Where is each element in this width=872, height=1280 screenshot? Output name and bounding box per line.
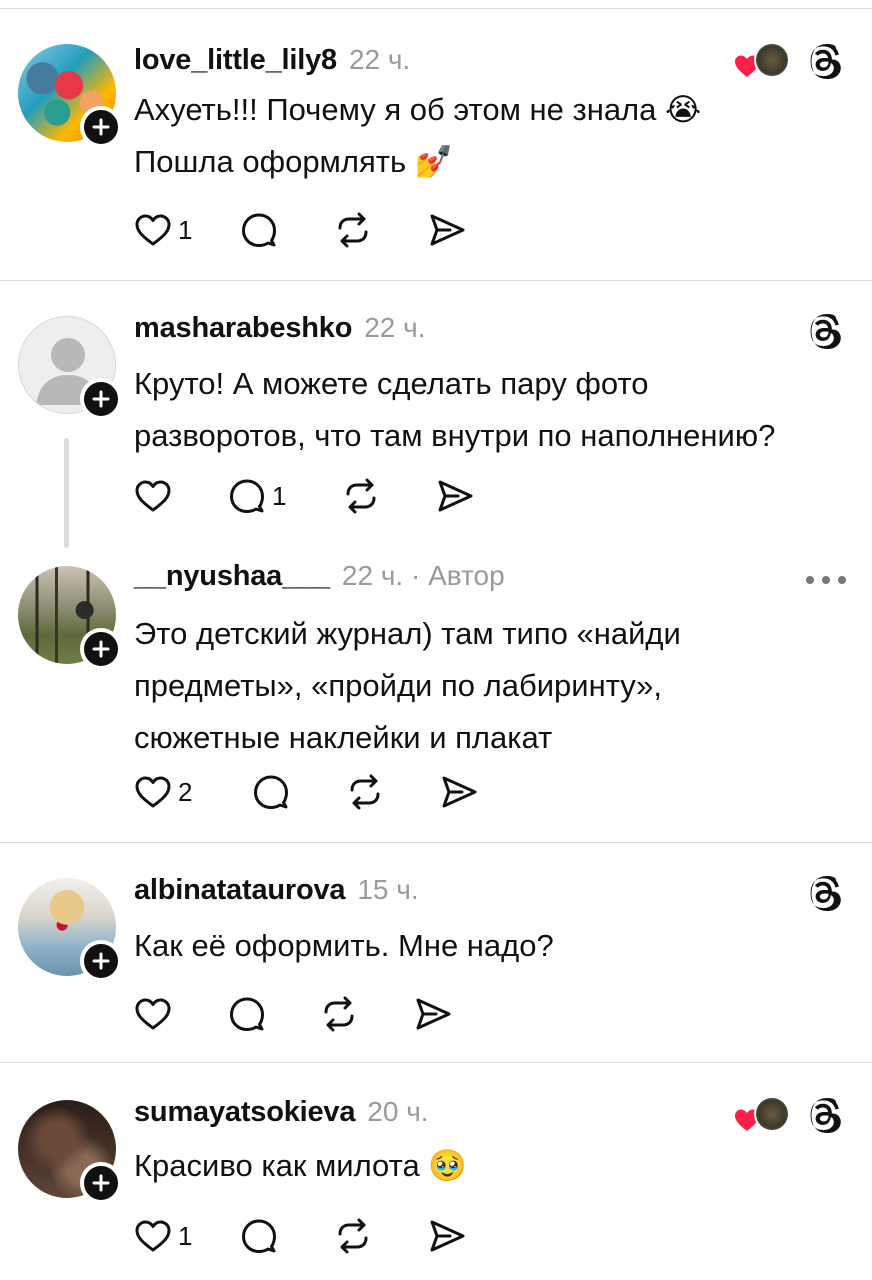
post-text-line: Круто! А можете сделать пару фото [134, 366, 649, 401]
heart-outline-icon [135, 1220, 171, 1252]
send-icon [430, 1220, 465, 1252]
reply-button[interactable] [228, 992, 320, 1036]
share-button[interactable] [436, 474, 496, 518]
liked-by-author-badge [734, 1096, 790, 1136]
send-icon [442, 776, 477, 808]
like-button[interactable]: 2 [134, 770, 252, 814]
send-icon [438, 480, 473, 512]
repost-button[interactable] [320, 992, 414, 1036]
send-icon [416, 998, 451, 1030]
divider [0, 842, 872, 843]
threads-logo-icon[interactable] [806, 1096, 844, 1134]
timestamp: 22 ч. [348, 44, 411, 75]
like-button[interactable]: 1 [134, 208, 240, 252]
like-button[interactable]: 1 [134, 1214, 240, 1258]
repost-button[interactable] [334, 1214, 428, 1258]
share-button[interactable] [414, 992, 474, 1036]
divider [0, 8, 872, 9]
avatar[interactable] [18, 566, 122, 670]
repost-icon [350, 774, 380, 810]
username[interactable]: __nyushaa___ [134, 560, 330, 593]
like-count: 1 [178, 1220, 193, 1251]
heart-outline-icon [135, 214, 171, 246]
speech-bubble-icon [230, 479, 264, 513]
avatar[interactable] [18, 878, 122, 982]
liked-by-author-badge [734, 42, 790, 82]
repost-icon [324, 996, 354, 1032]
heart-outline-icon [135, 998, 171, 1030]
avatar[interactable] [18, 316, 122, 420]
like-count: 2 [178, 776, 193, 807]
post-text-line: сюжетные наклейки и плакат [134, 720, 553, 755]
like-button[interactable] [134, 474, 228, 518]
reply-button[interactable] [240, 208, 334, 252]
repost-icon [338, 1218, 368, 1254]
repost-button[interactable] [342, 474, 436, 518]
heart-outline-icon [135, 480, 171, 512]
share-button[interactable] [428, 208, 488, 252]
speech-bubble-icon [242, 1219, 276, 1253]
timestamp: 15 ч. [357, 874, 419, 905]
repost-icon [346, 478, 376, 514]
post-text-line: Красиво как милота 🥹 [134, 1148, 467, 1183]
avatar[interactable] [18, 1100, 122, 1204]
timestamp: 22 ч. [364, 312, 426, 343]
username[interactable]: masharabeshko [134, 312, 352, 345]
reply-button[interactable] [240, 1214, 334, 1258]
post-text-line: Это детский журнал) там типо «найди [134, 616, 681, 651]
threads-logo-icon[interactable] [806, 42, 844, 80]
post-text-line: Ахуеть!!! Почему я об этом не знала 😭 [134, 92, 702, 127]
share-button[interactable] [440, 770, 500, 814]
heart-outline-icon [135, 776, 171, 808]
speech-bubble-icon [254, 775, 288, 809]
post-text-line: Пошла оформлять 💅 [134, 144, 454, 179]
like-count: 1 [178, 214, 193, 245]
reply-thread-line [64, 438, 69, 548]
threads-logo-icon[interactable] [806, 312, 844, 350]
like-button[interactable] [134, 992, 228, 1036]
reply-button[interactable] [252, 770, 346, 814]
reply-button[interactable]: 1 [228, 474, 342, 518]
send-icon [430, 214, 465, 246]
post-text-line: предметы», «пройди по лабиринту», [134, 668, 662, 703]
timestamp-author: 22 ч. · Автор [341, 560, 505, 591]
more-dots-icon[interactable] [806, 574, 846, 586]
divider [0, 1062, 872, 1063]
divider [0, 280, 872, 281]
follow-plus-icon[interactable] [80, 378, 122, 420]
follow-plus-icon[interactable] [80, 940, 122, 982]
speech-bubble-icon [242, 213, 276, 247]
repost-icon [338, 212, 368, 248]
username[interactable]: love_little_lily8 [134, 44, 337, 77]
threads-logo-icon[interactable] [806, 874, 844, 912]
speech-bubble-icon [230, 997, 264, 1031]
timestamp: 20 ч. [367, 1096, 429, 1127]
avatar[interactable] [18, 44, 122, 148]
post-text-line: Как её оформить. Мне надо? [134, 928, 554, 963]
follow-plus-icon[interactable] [80, 1162, 122, 1204]
reply-count: 1 [272, 480, 287, 511]
post-text-line: разворотов, что там внутри по наполнению… [134, 418, 776, 453]
repost-button[interactable] [334, 208, 428, 252]
follow-plus-icon[interactable] [80, 106, 122, 148]
share-button[interactable] [428, 1214, 488, 1258]
username[interactable]: sumayatsokieva [134, 1096, 355, 1129]
follow-plus-icon[interactable] [80, 628, 122, 670]
repost-button[interactable] [346, 770, 440, 814]
username[interactable]: albinatataurova [134, 874, 346, 907]
